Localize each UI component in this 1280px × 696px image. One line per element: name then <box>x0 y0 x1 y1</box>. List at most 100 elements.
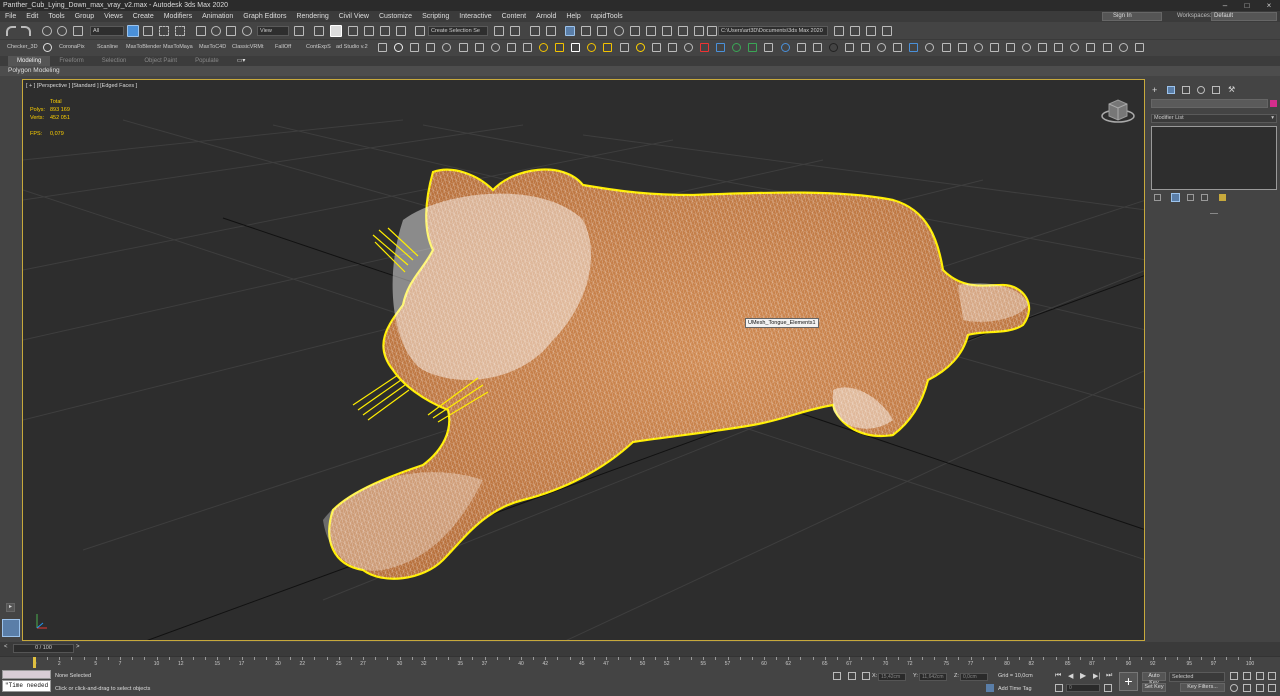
toolbar-extra-icon[interactable] <box>866 26 876 36</box>
x-coordinate-field[interactable]: 15,42cm <box>878 673 906 681</box>
render-tool-icon[interactable] <box>828 43 838 52</box>
next-frame-arrow-icon[interactable]: > <box>76 644 80 650</box>
render-tool-icon[interactable] <box>667 43 677 52</box>
render-tool-icon[interactable] <box>539 43 548 52</box>
prev-key-icon[interactable]: ◀ <box>1068 672 1073 680</box>
menu-item-interactive[interactable]: Interactive <box>454 11 496 22</box>
viewport-scene[interactable] <box>23 80 1145 641</box>
go-to-start-icon[interactable]: ⏮ <box>1055 672 1061 680</box>
object-color-swatch[interactable] <box>1270 100 1277 107</box>
utilities-tab-icon[interactable]: ⚒ <box>1228 85 1235 94</box>
render-tool-icon[interactable] <box>909 43 919 52</box>
render-production-icon[interactable] <box>662 26 672 36</box>
toolbar-extra-icon[interactable] <box>850 26 860 36</box>
workspace-select[interactable]: Default <box>1211 12 1277 21</box>
toolbar-item-label[interactable]: MaxToBlender <box>126 44 161 50</box>
select-object-icon[interactable] <box>127 25 139 37</box>
create-tab-icon[interactable]: + <box>1152 85 1157 95</box>
rotate-icon[interactable] <box>211 26 221 36</box>
render-tool-icon[interactable] <box>989 43 999 52</box>
menu-item-file[interactable]: File <box>0 11 21 22</box>
zoom-extents-icon[interactable] <box>1230 672 1238 680</box>
selection-lock-icon[interactable] <box>848 672 856 680</box>
walk-through-icon[interactable] <box>1256 684 1264 692</box>
selection-filter-dropdown[interactable]: All <box>90 26 124 36</box>
key-selection-dropdown[interactable]: Selected <box>1169 672 1225 682</box>
y-coordinate-field[interactable]: 11,642cm <box>919 673 947 681</box>
isolate-selection-icon[interactable] <box>833 672 841 680</box>
reference-coordinate-dropdown[interactable]: View <box>257 26 289 36</box>
set-key-big-icon[interactable]: + <box>1119 672 1138 691</box>
mirror-icon[interactable] <box>494 26 504 36</box>
modify-tab-icon[interactable] <box>1167 86 1175 94</box>
menu-item-views[interactable]: Views <box>99 11 128 22</box>
render-tool-icon[interactable] <box>1022 43 1031 52</box>
time-slider[interactable]: 0 / 100 <box>13 644 74 653</box>
menu-item-customize[interactable]: Customize <box>374 11 417 22</box>
viewport-layout-tab[interactable] <box>2 619 20 637</box>
make-unique-icon[interactable] <box>1187 194 1194 201</box>
toolbar-item-label[interactable]: ContExpS <box>306 44 331 50</box>
rectangular-selection-icon[interactable] <box>159 26 169 36</box>
placement-icon[interactable] <box>242 26 252 36</box>
align-icon[interactable] <box>510 26 520 36</box>
render-tool-icon[interactable] <box>522 43 532 52</box>
menu-item-modifiers[interactable]: Modifiers <box>159 11 197 22</box>
add-time-tag[interactable]: Add Time Tag <box>998 686 1032 692</box>
go-to-end-icon[interactable]: ⏭ <box>1106 672 1112 680</box>
render-tool-icon[interactable] <box>651 43 661 52</box>
layer-explorer-icon[interactable] <box>546 26 556 36</box>
render-tool-icon[interactable] <box>957 43 967 52</box>
render-tool-icon[interactable] <box>941 43 951 52</box>
render-tool-icon[interactable] <box>1005 43 1015 52</box>
pivot-center-icon[interactable] <box>294 26 304 36</box>
render-iterative-icon[interactable] <box>678 26 688 36</box>
z-coordinate-field[interactable]: 0,0cm <box>960 673 988 681</box>
remove-modifier-icon[interactable] <box>1201 194 1208 201</box>
auto-key-button[interactable]: Auto Key <box>1142 672 1166 686</box>
orbit-icon[interactable] <box>1230 684 1238 692</box>
render-tool-icon[interactable] <box>619 43 629 52</box>
spinner-snap-icon[interactable] <box>396 26 406 36</box>
menu-item-tools[interactable]: Tools <box>43 11 69 22</box>
render-tool-icon[interactable] <box>683 43 693 52</box>
frame-ruler[interactable]: 0257101215172022252730323537404245475052… <box>0 656 1280 668</box>
render-setup-icon[interactable] <box>630 26 640 36</box>
render-tool-icon[interactable] <box>474 43 484 52</box>
bind-space-warp-icon[interactable] <box>73 26 83 36</box>
menu-item-rapidtools[interactable]: rapidTools <box>586 11 628 22</box>
maximize-viewport-icon[interactable] <box>1243 684 1251 692</box>
set-key-button[interactable]: Set Key <box>1142 683 1166 692</box>
toolbar-item-label[interactable]: ClassicVRMt <box>232 44 263 50</box>
project-path-field[interactable]: C:\Users\art3D\Documents\3ds Max 2020 <box>718 26 828 36</box>
panther-cub-mesh[interactable] <box>323 168 1031 580</box>
motion-tab-icon[interactable] <box>1197 86 1205 94</box>
material-editor-icon[interactable] <box>614 26 624 36</box>
modifier-list-dropdown[interactable]: Modifier List ▾ <box>1151 114 1277 123</box>
menu-item-graph-editors[interactable]: Graph Editors <box>238 11 291 22</box>
modifier-stack[interactable] <box>1151 126 1277 190</box>
render-tool-icon[interactable] <box>748 43 758 52</box>
undo-icon[interactable] <box>6 26 16 36</box>
scene-explorer-icon[interactable] <box>530 26 540 36</box>
render-tool-icon[interactable] <box>555 43 565 52</box>
render-tool-icon[interactable] <box>635 43 645 52</box>
display-tab-icon[interactable] <box>1212 86 1220 94</box>
sign-in-dropdown[interactable]: Sign In <box>1102 12 1162 21</box>
viewcube-icon[interactable] <box>1101 99 1135 123</box>
render-tool-icon[interactable] <box>716 43 726 52</box>
toolbar-extra-icon[interactable] <box>882 26 892 36</box>
snaps-toggle-icon[interactable] <box>348 26 358 36</box>
render-tool-icon[interactable] <box>1102 43 1112 52</box>
toolbar-item-label[interactable]: MaxToMaya <box>163 44 193 50</box>
percent-snap-icon[interactable] <box>380 26 390 36</box>
render-tool-icon[interactable] <box>426 43 436 52</box>
key-mode-icon[interactable] <box>1055 684 1063 692</box>
toolbar-item-label[interactable]: FallOff <box>275 44 291 50</box>
menu-item-edit[interactable]: Edit <box>21 11 43 22</box>
render-tool-icon[interactable] <box>1086 43 1096 52</box>
angle-snap-icon[interactable] <box>364 26 374 36</box>
named-selection-set-dropdown[interactable]: Create Selection Se <box>428 26 488 36</box>
viewport-label[interactable]: [ + ] [Perspective ] [Standard ] [Edged … <box>26 83 137 89</box>
window-crossing-icon[interactable] <box>175 26 185 36</box>
